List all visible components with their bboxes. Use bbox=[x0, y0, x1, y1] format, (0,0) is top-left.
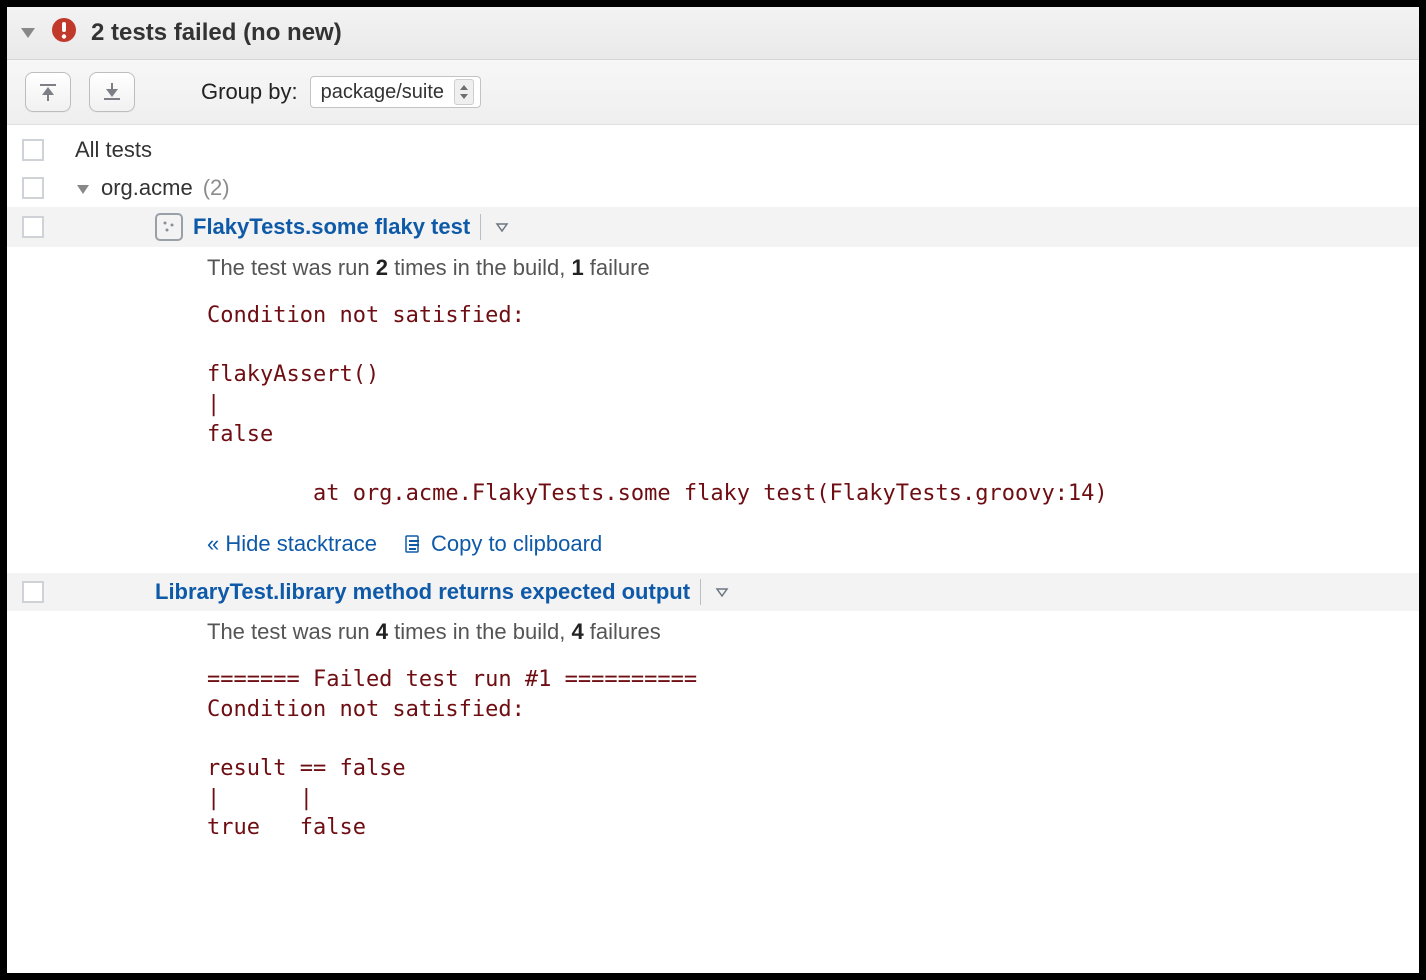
summary-mid: times in the build, bbox=[388, 619, 571, 644]
stacktrace: ======= Failed test run #1 ========== Co… bbox=[207, 665, 1419, 843]
test-run-summary: The test was run 2 times in the build, 1… bbox=[207, 255, 1419, 281]
tests-tree: All tests org.acme (2) FlakyTests.some fl… bbox=[7, 125, 1419, 879]
chevron-down-icon bbox=[495, 222, 509, 232]
package-row[interactable]: org.acme (2) bbox=[7, 169, 1419, 207]
test-run-summary: The test was run 4 times in the build, 4… bbox=[207, 619, 1419, 645]
vertical-separator bbox=[480, 214, 481, 240]
failures-summary-title: 2 tests failed (no new) bbox=[91, 19, 342, 47]
hide-stacktrace-link[interactable]: « Hide stacktrace bbox=[207, 531, 377, 557]
test-menu-trigger[interactable] bbox=[487, 222, 509, 232]
chevron-down-icon bbox=[715, 587, 729, 597]
summary-prefix: The test was run bbox=[207, 255, 376, 280]
run-count: 4 bbox=[376, 619, 388, 644]
expand-all-button[interactable] bbox=[89, 72, 135, 112]
tests-toolbar: Group by: package/suite bbox=[7, 60, 1419, 125]
failure-count: 4 bbox=[571, 619, 583, 644]
expand-all-icon bbox=[101, 81, 123, 103]
test-row-flaky[interactable]: FlakyTests.some flaky test bbox=[7, 207, 1419, 247]
expand-icon[interactable] bbox=[75, 175, 91, 201]
checkbox[interactable] bbox=[22, 177, 44, 199]
collapse-icon[interactable] bbox=[19, 26, 37, 40]
group-by-label: Group by: bbox=[201, 79, 298, 105]
checkbox[interactable] bbox=[22, 581, 44, 603]
checkbox[interactable] bbox=[22, 139, 44, 161]
run-count: 2 bbox=[376, 255, 388, 280]
package-count: (2) bbox=[203, 175, 230, 201]
clipboard-icon bbox=[403, 533, 423, 555]
tree-root-row[interactable]: All tests bbox=[7, 131, 1419, 169]
checkbox[interactable] bbox=[22, 216, 44, 238]
test-name-link[interactable]: FlakyTests.some flaky test bbox=[193, 214, 470, 240]
test-details-library: The test was run 4 times in the build, 4… bbox=[7, 611, 1419, 859]
failures-summary-bar[interactable]: 2 tests failed (no new) bbox=[7, 7, 1419, 60]
collapse-all-button[interactable] bbox=[25, 72, 71, 112]
test-results-panel: 2 tests failed (no new) Group by: packag… bbox=[0, 0, 1426, 980]
error-icon bbox=[51, 17, 77, 49]
all-tests-label: All tests bbox=[63, 137, 152, 163]
select-stepper-icon bbox=[454, 79, 474, 105]
test-menu-trigger[interactable] bbox=[707, 587, 729, 597]
summary-suffix: failures bbox=[584, 619, 661, 644]
stacktrace: Condition not satisfied: flakyAssert() |… bbox=[207, 301, 1419, 509]
group-by-select[interactable]: package/suite bbox=[310, 76, 481, 108]
summary-mid: times in the build, bbox=[388, 255, 571, 280]
collapse-all-icon bbox=[37, 81, 59, 103]
package-name: org.acme bbox=[101, 175, 193, 201]
summary-prefix: The test was run bbox=[207, 619, 376, 644]
test-row-library[interactable]: LibraryTest.library method returns expec… bbox=[7, 573, 1419, 611]
summary-suffix: failure bbox=[584, 255, 650, 280]
group-by-control: Group by: package/suite bbox=[201, 76, 481, 108]
flaky-icon bbox=[155, 213, 183, 241]
test-name-link[interactable]: LibraryTest.library method returns expec… bbox=[155, 579, 690, 605]
group-by-value: package/suite bbox=[321, 81, 444, 104]
failure-count: 1 bbox=[571, 255, 583, 280]
test-details-flaky: The test was run 2 times in the build, 1… bbox=[7, 247, 1419, 573]
copy-label: Copy to clipboard bbox=[431, 531, 602, 557]
vertical-separator bbox=[700, 579, 701, 605]
copy-to-clipboard-link[interactable]: Copy to clipboard bbox=[403, 531, 602, 557]
